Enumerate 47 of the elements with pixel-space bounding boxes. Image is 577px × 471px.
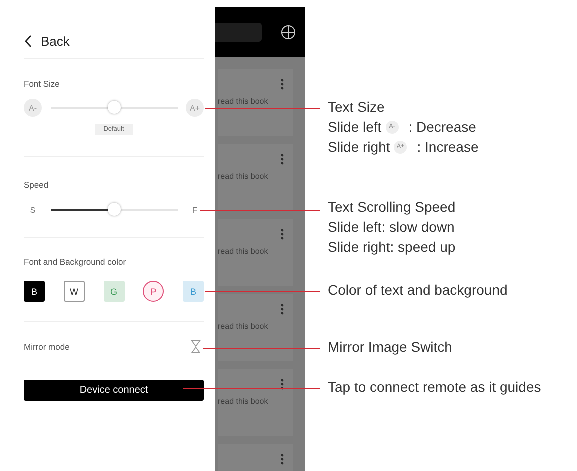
annotation-text: Color of text and background bbox=[328, 282, 508, 299]
slider-thumb[interactable] bbox=[108, 101, 121, 114]
section-label: Font Size bbox=[24, 79, 61, 89]
search-field[interactable] bbox=[215, 22, 262, 42]
annotation-text: : Decrease bbox=[408, 119, 476, 136]
book-card[interactable]: read this book bbox=[218, 144, 293, 211]
book-title: read this book bbox=[218, 247, 270, 256]
annotation-text: Mirror Image Switch bbox=[328, 339, 452, 356]
annotation-text: Slide right bbox=[328, 139, 390, 156]
annotation-text: Slide left bbox=[328, 119, 382, 136]
book-card[interactable]: read this book bbox=[218, 369, 293, 436]
color-option[interactable]: B bbox=[24, 281, 45, 302]
color-option[interactable]: B bbox=[183, 281, 204, 302]
book-title: read this book bbox=[218, 172, 270, 181]
color-option[interactable]: P bbox=[143, 281, 164, 302]
color-option[interactable]: W bbox=[64, 281, 85, 302]
annotation-text: : Increase bbox=[417, 139, 479, 156]
book-card[interactable]: read this book bbox=[218, 69, 293, 136]
book-title: read this book bbox=[218, 397, 270, 406]
more-icon[interactable] bbox=[281, 229, 284, 240]
increase-font-button[interactable]: A+ bbox=[186, 99, 204, 117]
fast-label: F bbox=[192, 206, 198, 214]
decrease-font-button[interactable]: A- bbox=[24, 99, 42, 117]
mirror-mode-label: Mirror mode bbox=[24, 342, 70, 352]
annotation-text: Tap to connect remote as it guides bbox=[328, 379, 542, 396]
annotation-text: Text Size bbox=[328, 99, 386, 116]
book-card[interactable]: read this book bbox=[218, 294, 293, 361]
device-connect-button[interactable]: Device connect bbox=[24, 380, 204, 401]
more-icon[interactable] bbox=[281, 304, 284, 315]
more-icon[interactable] bbox=[281, 79, 284, 90]
annotation-text: Text Scrolling Speed bbox=[328, 199, 456, 216]
more-icon[interactable] bbox=[281, 454, 284, 465]
more-icon[interactable] bbox=[281, 154, 284, 165]
annotation-text: Slide left: slow down bbox=[328, 219, 456, 236]
book-title: read this book bbox=[218, 97, 270, 106]
book-card[interactable]: read this book bbox=[218, 219, 293, 286]
section-label: Font and Background color bbox=[24, 257, 128, 267]
annotation-text: Slide right: speed up bbox=[328, 239, 456, 256]
hourglass-icon[interactable] bbox=[191, 340, 201, 354]
back-button[interactable]: Back bbox=[24, 31, 70, 51]
section-label: Speed bbox=[24, 180, 50, 190]
slow-label: S bbox=[29, 206, 37, 214]
add-circle-icon[interactable] bbox=[281, 24, 296, 40]
book-title: read this book bbox=[218, 322, 270, 331]
chevron-left-icon bbox=[24, 34, 33, 48]
slider-thumb[interactable] bbox=[108, 203, 121, 216]
color-option[interactable]: G bbox=[104, 281, 124, 302]
